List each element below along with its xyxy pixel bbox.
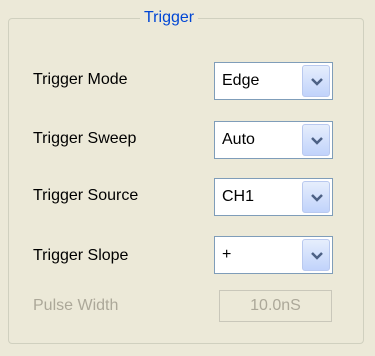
pulse-width-field: 10.0nS [219,290,332,322]
trigger-mode-value: Edge [222,72,260,89]
trigger-mode-label: Trigger Mode [33,71,128,88]
trigger-mode-dropdown-button[interactable] [302,65,330,97]
chevron-down-icon [311,137,323,145]
trigger-source-label: Trigger Source [33,187,139,204]
trigger-source-select[interactable]: CH1 [214,178,333,216]
trigger-slope-select[interactable]: + [214,236,333,274]
trigger-mode-select[interactable]: Edge [214,62,333,100]
pulse-width-label: Pulse Width [33,297,119,314]
trigger-sweep-label: Trigger Sweep [33,130,137,147]
trigger-slope-dropdown-button[interactable] [302,239,330,271]
trigger-sweep-dropdown-button[interactable] [302,124,330,156]
trigger-source-value: CH1 [222,188,255,205]
trigger-slope-label: Trigger Slope [33,247,129,264]
trigger-slope-value: + [222,246,232,263]
trigger-sweep-select[interactable]: Auto [214,121,333,159]
trigger-sweep-value: Auto [222,131,255,148]
trigger-group-title: Trigger [140,8,199,28]
trigger-source-dropdown-button[interactable] [302,181,330,213]
chevron-down-icon [311,78,323,86]
chevron-down-icon [311,252,323,260]
chevron-down-icon [311,194,323,202]
